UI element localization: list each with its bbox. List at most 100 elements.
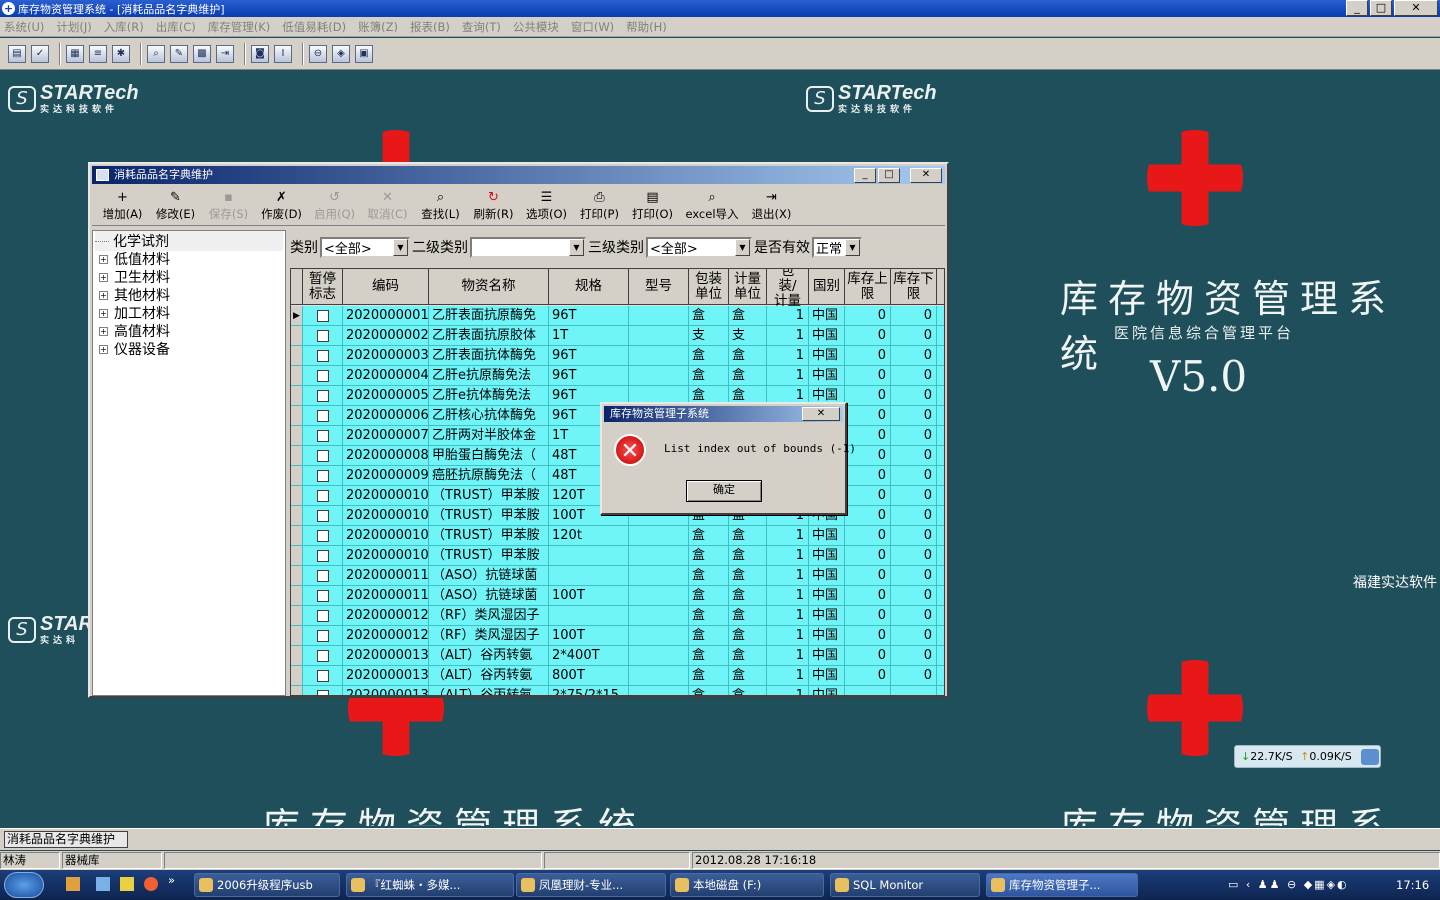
- toolbar-refresh-button[interactable]: ↻ 刷新(R): [467, 186, 520, 225]
- chevron-down-icon[interactable]: ▼: [735, 238, 750, 256]
- close-button[interactable]: ✕: [1394, 0, 1438, 16]
- tree-node[interactable]: 化学试剂: [95, 231, 283, 251]
- category-select[interactable]: <全部> ▼: [320, 236, 410, 258]
- pause-flag-cell[interactable]: [303, 306, 343, 326]
- table-row[interactable]: 2020000004 乙肝e抗原酶免法 96T 盒盒 1 中国 0 0: [291, 366, 944, 386]
- row-indicator[interactable]: [291, 326, 303, 346]
- pause-checkbox[interactable]: [316, 590, 329, 602]
- tree-node[interactable]: + 低值材料: [99, 249, 170, 269]
- chevron-down-icon[interactable]: ▼: [393, 238, 408, 256]
- table-row[interactable]: 2020000002 乙肝表面抗原胶体 1T 支支 1 中国 0 0: [291, 326, 944, 346]
- menu-item[interactable]: 查询(T): [462, 19, 501, 35]
- pause-flag-cell[interactable]: [303, 426, 343, 446]
- expand-icon[interactable]: +: [99, 308, 108, 318]
- table-row[interactable]: 2020000012 （RF）类风湿因子 100T 盒盒 1 中国 0 0: [291, 626, 944, 646]
- child-close-button[interactable]: ✕: [910, 168, 942, 183]
- row-indicator[interactable]: [291, 526, 303, 546]
- tree-node[interactable]: + 卫生材料: [99, 267, 170, 287]
- dialog-title-bar[interactable]: 库存物资管理子系统 ✕: [604, 406, 843, 422]
- menu-item[interactable]: 低值易耗(D): [282, 19, 346, 35]
- toolbar-print-button[interactable]: ⎙ 打印(P): [573, 186, 626, 225]
- row-indicator[interactable]: [291, 426, 303, 446]
- row-indicator[interactable]: [291, 586, 303, 606]
- row-indicator[interactable]: [291, 486, 303, 506]
- pause-checkbox[interactable]: [316, 550, 329, 562]
- pause-flag-cell[interactable]: [303, 406, 343, 426]
- pause-flag-cell[interactable]: [303, 546, 343, 566]
- expand-icon[interactable]: +: [99, 326, 108, 336]
- book-icon[interactable]: ◈: [332, 44, 350, 63]
- pause-flag-cell[interactable]: [303, 466, 343, 486]
- start-button[interactable]: [4, 872, 44, 898]
- pause-flag-cell[interactable]: [303, 526, 343, 546]
- toolbar-find-button[interactable]: ⌕ 查找(L): [414, 186, 467, 225]
- row-indicator[interactable]: [291, 386, 303, 406]
- menu-item[interactable]: 库存管理(K): [208, 19, 271, 35]
- child-window-title-bar[interactable]: 消耗品品名字典维护 _ □ ✕: [92, 166, 945, 184]
- pause-checkbox[interactable]: [316, 610, 329, 622]
- pause-checkbox[interactable]: [316, 410, 329, 422]
- pause-checkbox[interactable]: [316, 690, 329, 695]
- child-maximize-button[interactable]: □: [878, 168, 900, 183]
- stop-icon[interactable]: ⊖: [309, 44, 327, 63]
- menu-item[interactable]: 账簿(Z): [358, 19, 398, 35]
- table-row[interactable]: 2020000013 （ALT）谷丙转氨 2*400T 盒盒 1 中国 0 0: [291, 646, 944, 666]
- pause-checkbox[interactable]: [316, 390, 329, 402]
- row-indicator[interactable]: [291, 566, 303, 586]
- pause-flag-cell[interactable]: [303, 366, 343, 386]
- column-header[interactable]: 包装单位: [689, 269, 729, 305]
- tools-icon[interactable]: ✱: [112, 44, 130, 63]
- clock[interactable]: 17:16: [1396, 878, 1429, 892]
- row-indicator[interactable]: [291, 506, 303, 526]
- toolbar-edit-button[interactable]: ✎ 修改(E): [149, 186, 202, 225]
- menu-item[interactable]: 计划(J): [56, 19, 91, 35]
- pause-checkbox[interactable]: [316, 570, 329, 582]
- column-header[interactable]: 库存下限: [891, 269, 937, 305]
- column-header[interactable]: 编码: [343, 269, 429, 305]
- table-row[interactable]: 2020000003 乙肝表面抗体酶免 96T 盒盒 1 中国 0 0: [291, 346, 944, 366]
- pause-checkbox[interactable]: [316, 470, 329, 482]
- tree-node[interactable]: + 其他材料: [99, 285, 170, 305]
- column-header[interactable]: [937, 269, 944, 305]
- expand-icon[interactable]: +: [99, 290, 108, 300]
- pause-checkbox[interactable]: [316, 330, 329, 342]
- tray-icons[interactable]: ▭ ‹ ♟♟ ⊖ ◆▦◈◐: [1228, 878, 1349, 891]
- menu-item[interactable]: 系统(U): [4, 19, 44, 35]
- pause-checkbox[interactable]: [316, 490, 329, 502]
- row-indicator[interactable]: [291, 346, 303, 366]
- pause-checkbox[interactable]: [316, 530, 329, 542]
- chevron-down-icon[interactable]: ▼: [569, 238, 584, 256]
- pause-checkbox[interactable]: [316, 450, 329, 462]
- row-indicator[interactable]: [291, 646, 303, 666]
- table-row[interactable]: ▶ 2020000001 乙肝表面抗原酶免 96T 盒盒 1 中国 0 0: [291, 306, 944, 326]
- window-tab[interactable]: 消耗品品名字典维护: [4, 831, 128, 848]
- list-icon[interactable]: ≡: [89, 44, 107, 63]
- column-header[interactable]: 物资名称: [429, 269, 549, 305]
- column-header[interactable]: 库存上限: [845, 269, 891, 305]
- column-header[interactable]: 规格: [549, 269, 629, 305]
- quicklaunch-icon[interactable]: [96, 877, 110, 891]
- pause-flag-cell[interactable]: [303, 646, 343, 666]
- table-row[interactable]: 2020000011 （ASO）抗链球菌盒盒 1 中国 0 0: [291, 566, 944, 586]
- toolbar-add-button[interactable]: + 增加(A): [96, 186, 149, 225]
- taskbar-button[interactable]: 本地磁盘 (F:): [670, 873, 824, 897]
- export-icon[interactable]: ⇥: [216, 44, 234, 63]
- edit-form-icon[interactable]: ✎: [170, 44, 188, 63]
- pause-flag-cell[interactable]: [303, 506, 343, 526]
- table-row[interactable]: 2020000010 （TRUST）甲苯胺盒盒 1 中国 0 0: [291, 546, 944, 566]
- toolbar-print-preview-button[interactable]: ▤ 打印(O): [626, 186, 679, 225]
- minimize-button[interactable]: _: [1346, 0, 1368, 16]
- pause-flag-cell[interactable]: [303, 446, 343, 466]
- expand-icon[interactable]: +: [99, 254, 108, 264]
- row-indicator[interactable]: [291, 546, 303, 566]
- menu-item[interactable]: 出库(C): [156, 19, 196, 35]
- pause-checkbox[interactable]: [316, 350, 329, 362]
- pause-checkbox[interactable]: [316, 670, 329, 682]
- calculator-icon[interactable]: ▩: [193, 44, 211, 63]
- table-row[interactable]: 2020000011 （ASO）抗链球菌 100T 盒盒 1 中国 0 0: [291, 586, 944, 606]
- table-row[interactable]: 2020000012 （RF）类风湿因子盒盒 1 中国 0 0: [291, 606, 944, 626]
- pause-flag-cell[interactable]: [303, 566, 343, 586]
- toolbar-options-button[interactable]: ☰ 选项(O): [520, 186, 573, 225]
- chevron-down-icon[interactable]: ▼: [845, 238, 860, 256]
- quicklaunch-icon[interactable]: [120, 877, 134, 891]
